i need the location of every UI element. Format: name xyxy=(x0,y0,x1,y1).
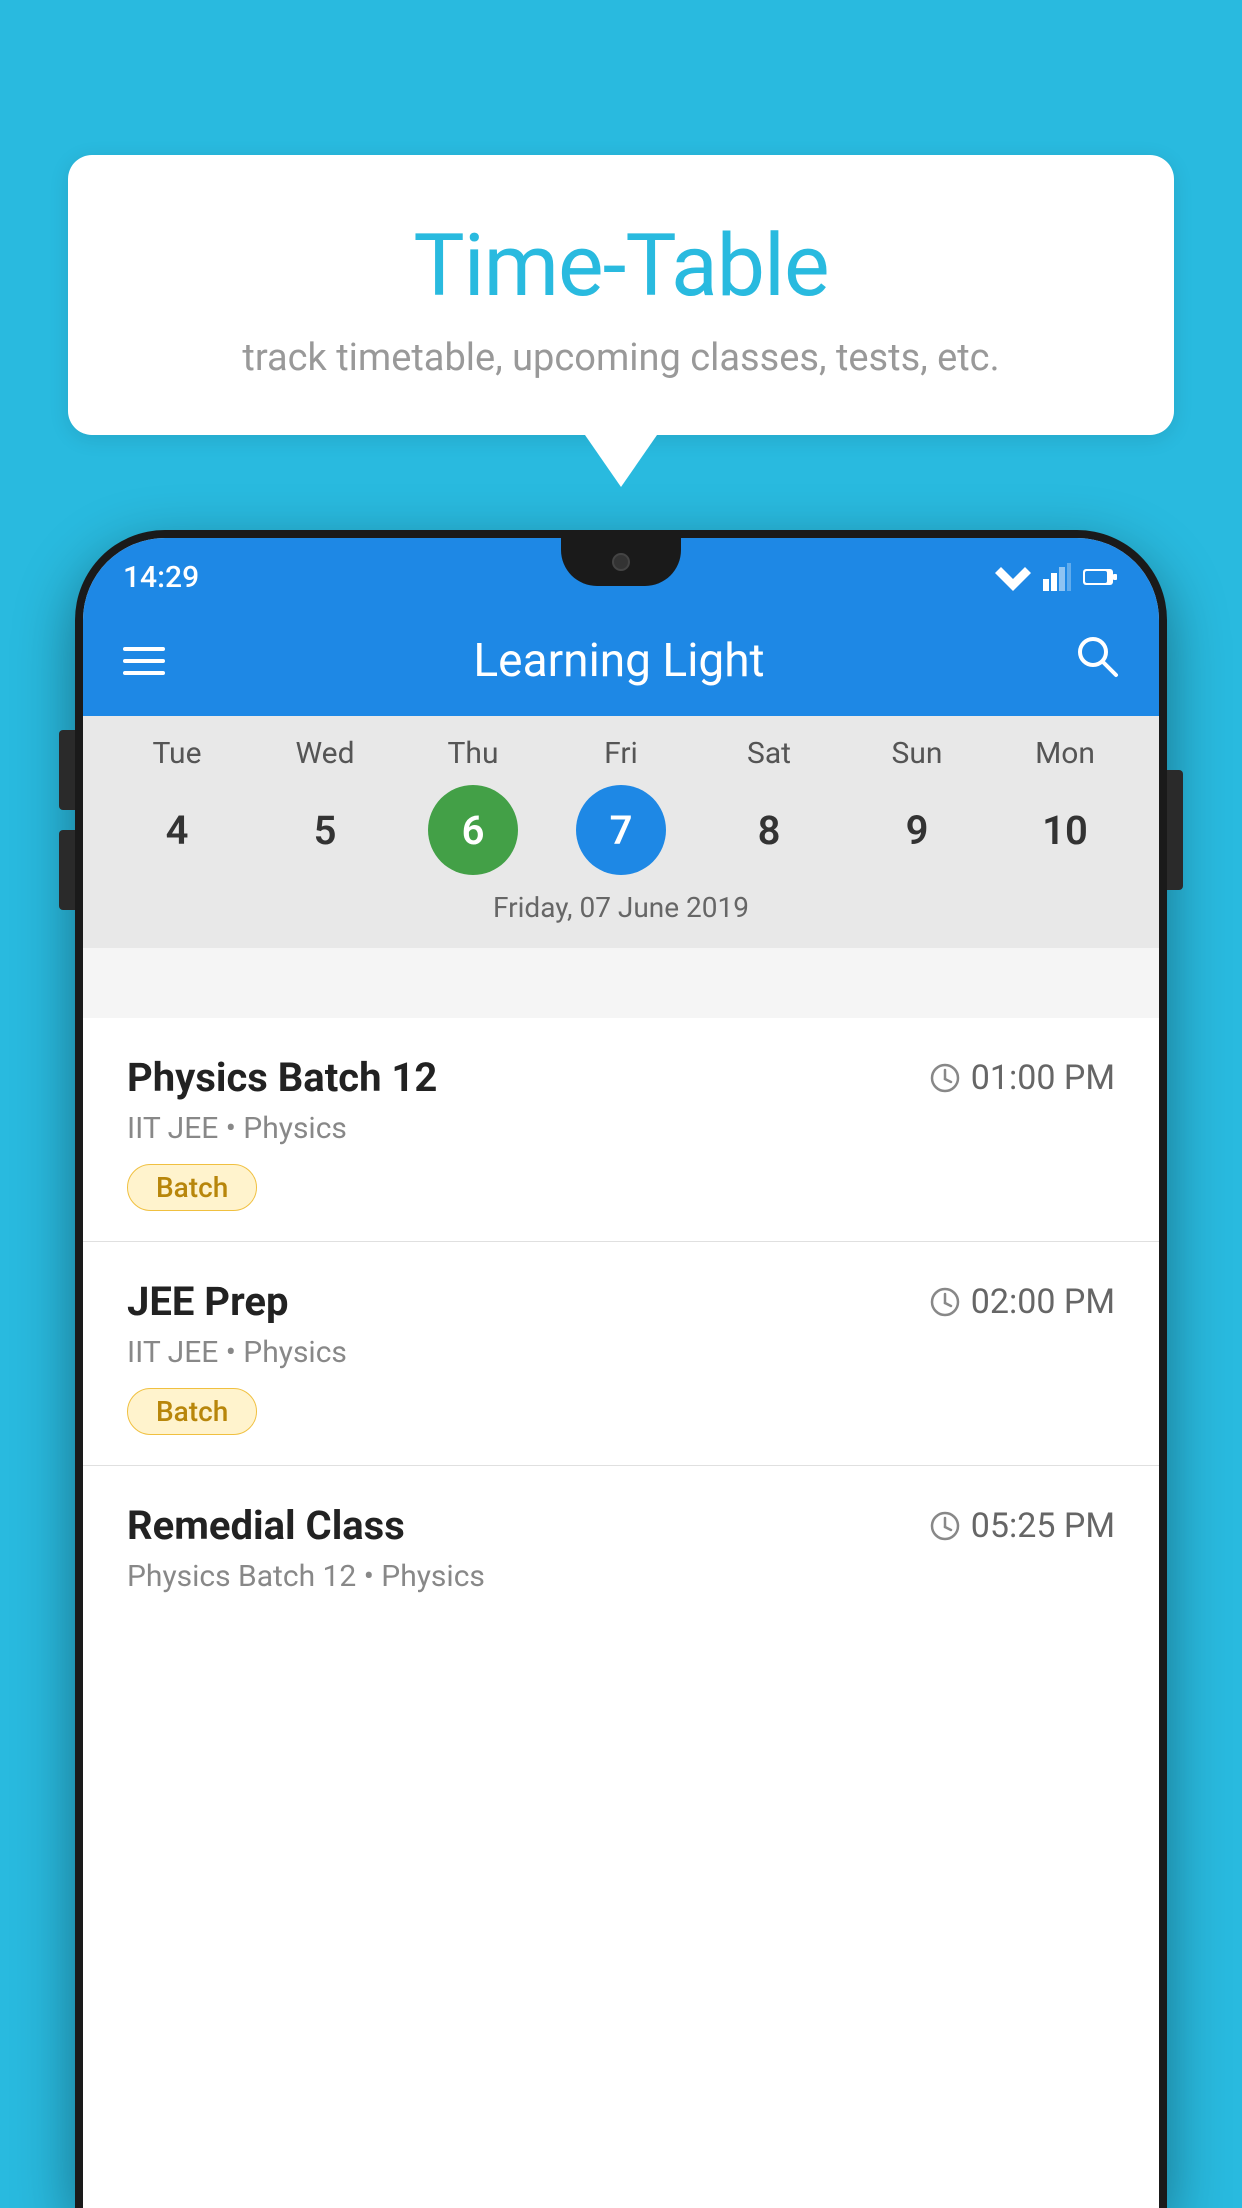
class-details-1: IIT JEE • Physics xyxy=(127,1111,1115,1146)
day-header-wed: Wed xyxy=(265,736,385,771)
signal-icon xyxy=(1043,563,1071,591)
volume-down-button[interactable] xyxy=(59,830,75,910)
class-details-3: Physics Batch 12 • Physics xyxy=(127,1559,1115,1594)
day-9[interactable]: 9 xyxy=(872,785,962,875)
menu-line-2 xyxy=(123,659,165,663)
day-header-sun: Sun xyxy=(857,736,977,771)
time-label-2: 02:00 PM xyxy=(971,1282,1115,1322)
phone-notch xyxy=(561,538,681,586)
class-item-3-header: Remedial Class 05:25 PM xyxy=(127,1502,1115,1549)
power-button[interactable] xyxy=(1167,770,1183,890)
day-7-selected[interactable]: 7 xyxy=(576,785,666,875)
class-item-1[interactable]: Physics Batch 12 01:00 PM IIT JEE • Phys… xyxy=(83,1018,1159,1242)
batch-badge-2: Batch xyxy=(127,1388,257,1435)
class-name-1: Physics Batch 12 xyxy=(127,1054,437,1101)
calendar-strip: Tue Wed Thu Fri Sat Sun Mon 4 5 6 7 8 9 … xyxy=(83,716,1159,948)
day-4[interactable]: 4 xyxy=(132,785,222,875)
speech-bubble-title: Time-Table xyxy=(148,215,1094,316)
class-item-2[interactable]: JEE Prep 02:00 PM IIT JEE • Physics Batc… xyxy=(83,1242,1159,1466)
status-icons xyxy=(995,553,1119,591)
clock-icon-2 xyxy=(929,1286,961,1318)
app-title: Learning Light xyxy=(473,634,764,688)
class-item-2-header: JEE Prep 02:00 PM xyxy=(127,1278,1115,1325)
class-name-3: Remedial Class xyxy=(127,1502,405,1549)
time-label-3: 05:25 PM xyxy=(971,1506,1115,1546)
phone-screen: 14:29 xyxy=(83,538,1159,2208)
class-item-1-header: Physics Batch 12 01:00 PM xyxy=(127,1054,1115,1101)
batch-badge-1: Batch xyxy=(127,1164,257,1211)
speech-bubble-card: Time-Table track timetable, upcoming cla… xyxy=(68,155,1174,435)
day-headers: Tue Wed Thu Fri Sat Sun Mon xyxy=(83,736,1159,771)
class-time-2: 02:00 PM xyxy=(929,1282,1115,1322)
day-5[interactable]: 5 xyxy=(280,785,370,875)
class-item-3[interactable]: Remedial Class 05:25 PM Physics Batch 12… xyxy=(83,1466,1159,1642)
menu-line-1 xyxy=(123,647,165,651)
volume-up-button[interactable] xyxy=(59,730,75,810)
speech-bubble-arrow xyxy=(585,435,657,487)
class-name-2: JEE Prep xyxy=(127,1278,288,1325)
day-header-fri: Fri xyxy=(561,736,681,771)
class-details-2: IIT JEE • Physics xyxy=(127,1335,1115,1370)
phone-frame: 14:29 xyxy=(75,530,1167,2208)
day-header-thu: Thu xyxy=(413,736,533,771)
day-header-tue: Tue xyxy=(117,736,237,771)
app-bar: Learning Light xyxy=(83,606,1159,716)
day-10[interactable]: 10 xyxy=(1020,785,1110,875)
class-list: Physics Batch 12 01:00 PM IIT JEE • Phys… xyxy=(83,1018,1159,2208)
day-header-mon: Mon xyxy=(1005,736,1125,771)
class-time-1: 01:00 PM xyxy=(929,1058,1115,1098)
front-camera xyxy=(612,553,630,571)
day-numbers: 4 5 6 7 8 9 10 xyxy=(83,785,1159,875)
wifi-icon xyxy=(995,563,1031,591)
battery-icon xyxy=(1083,567,1119,587)
status-time: 14:29 xyxy=(123,550,199,595)
day-header-sat: Sat xyxy=(709,736,829,771)
time-label-1: 01:00 PM xyxy=(971,1058,1115,1098)
speech-bubble-subtitle: track timetable, upcoming classes, tests… xyxy=(148,336,1094,380)
day-6-today[interactable]: 6 xyxy=(428,785,518,875)
clock-icon-1 xyxy=(929,1062,961,1094)
selected-date-label: Friday, 07 June 2019 xyxy=(83,891,1159,938)
speech-bubble-section: Time-Table track timetable, upcoming cla… xyxy=(68,155,1174,487)
menu-button[interactable] xyxy=(123,647,165,675)
day-8[interactable]: 8 xyxy=(724,785,814,875)
clock-icon-3 xyxy=(929,1510,961,1542)
menu-line-3 xyxy=(123,671,165,675)
class-time-3: 05:25 PM xyxy=(929,1506,1115,1546)
search-button[interactable] xyxy=(1073,632,1119,690)
